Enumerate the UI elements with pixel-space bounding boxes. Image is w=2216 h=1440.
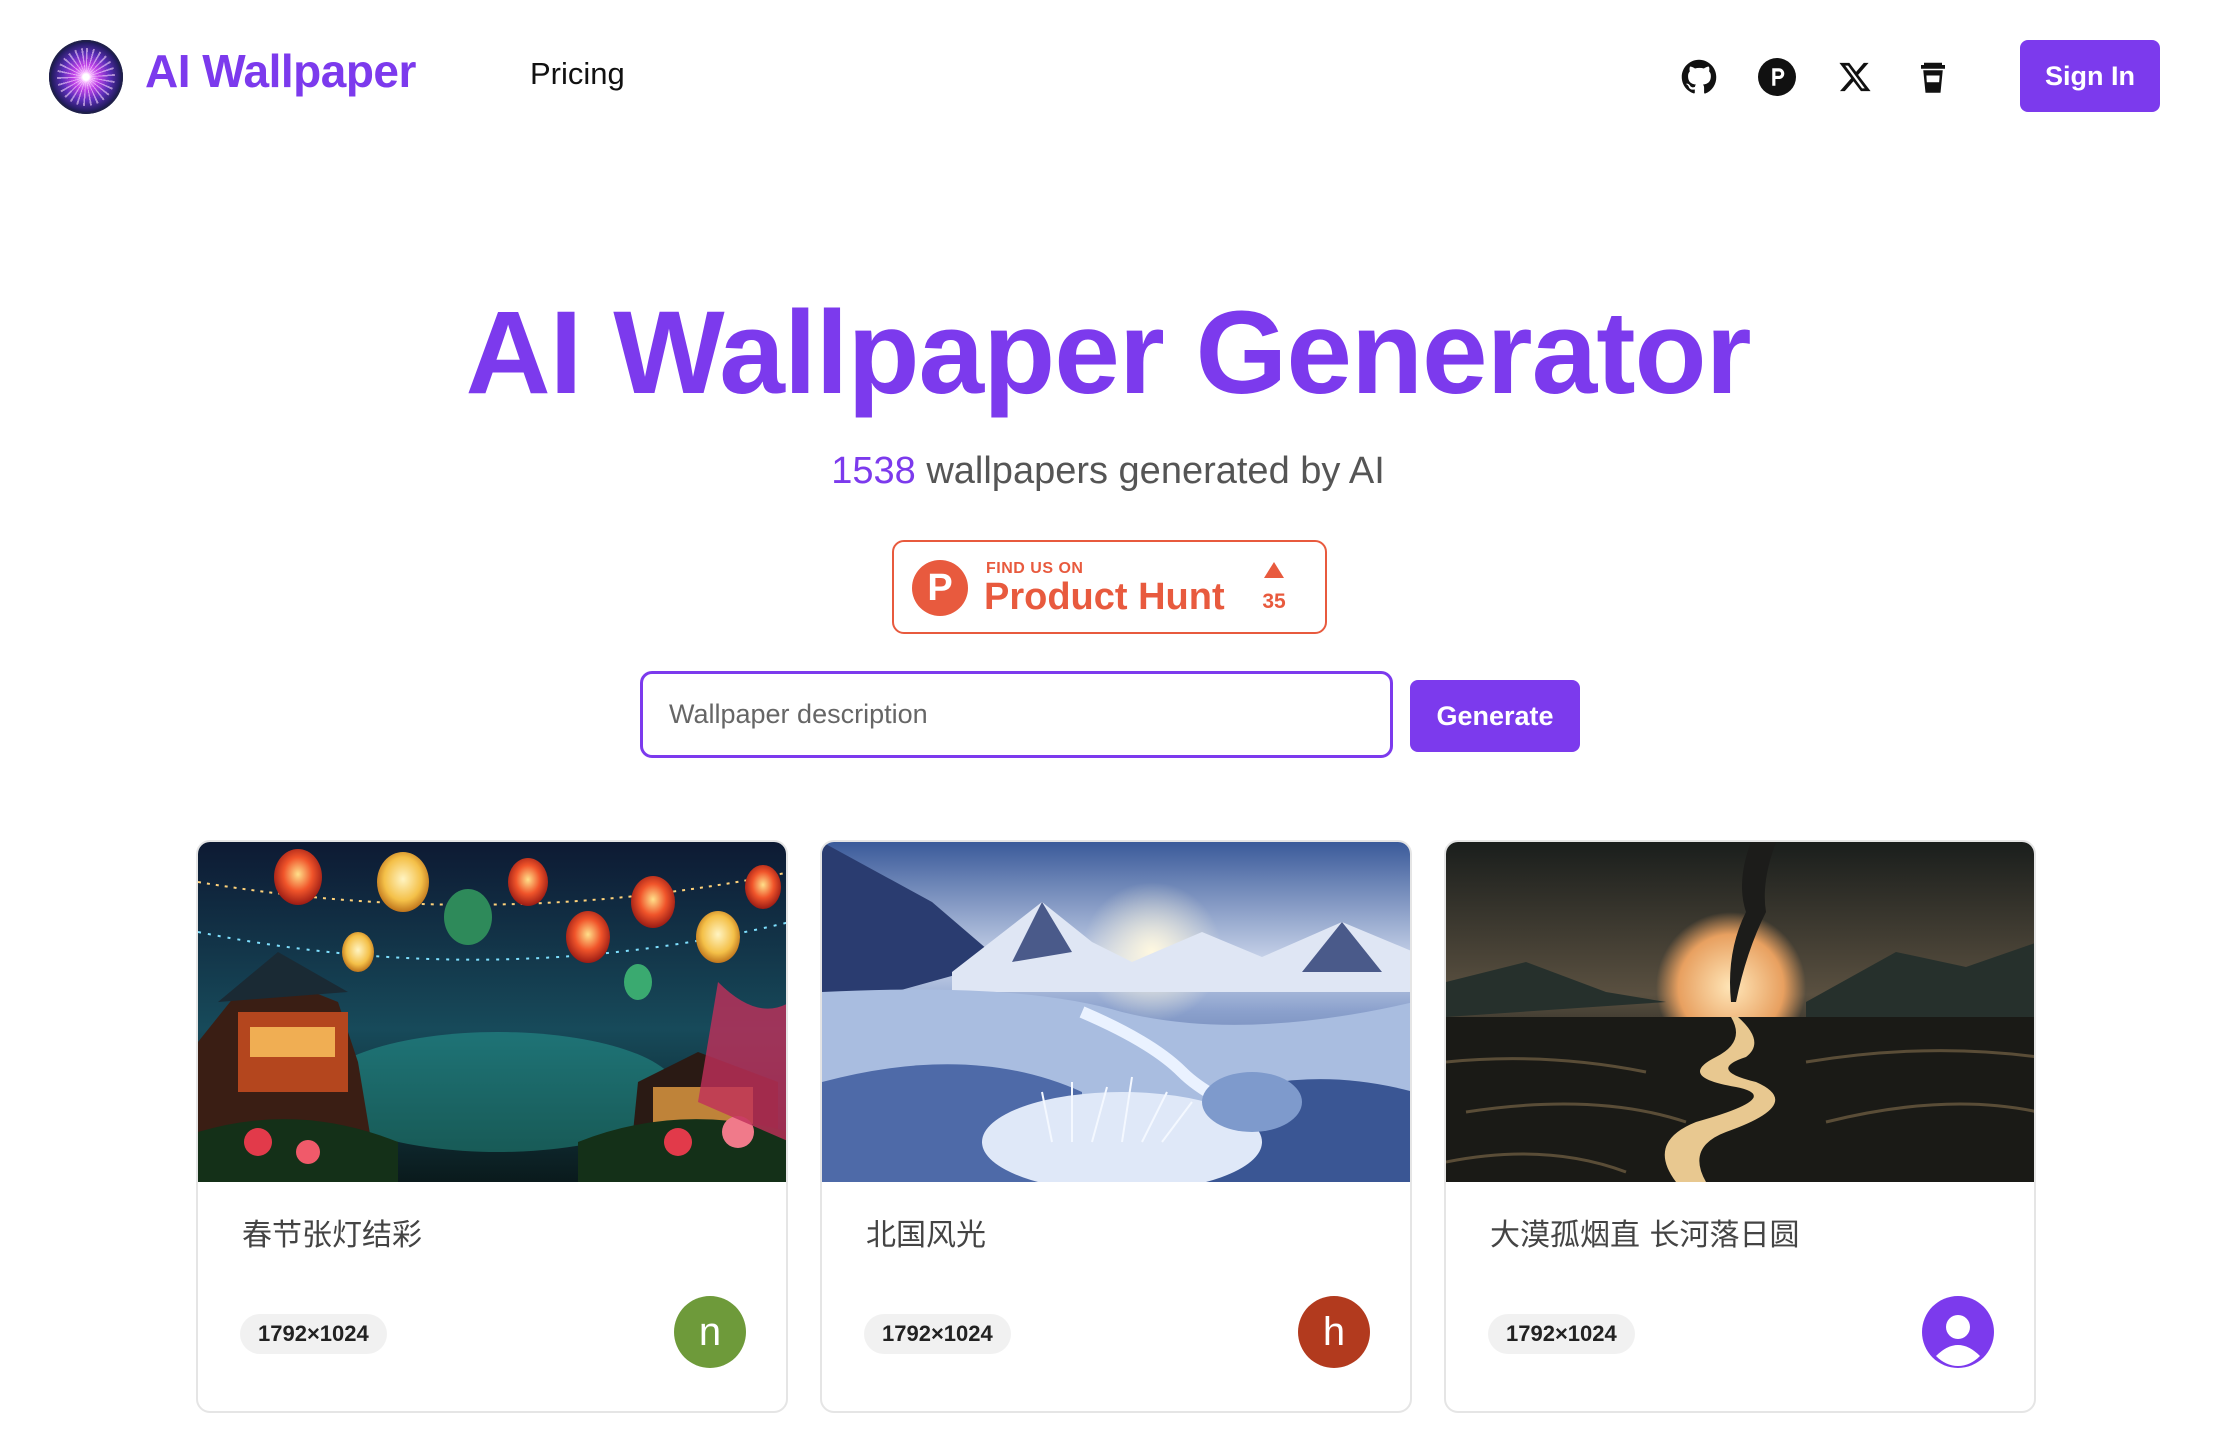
brand-name[interactable]: AI Wallpaper bbox=[145, 44, 416, 98]
hero-subtitle-text: wallpapers generated by AI bbox=[926, 450, 1385, 492]
product-hunt-votes: 35 bbox=[1262, 590, 1286, 613]
coffee-cup-icon[interactable] bbox=[1914, 58, 1952, 96]
wallpaper-card[interactable]: 大漠孤烟直 长河落日圆 1792×1024 bbox=[1444, 840, 2036, 1413]
wallpaper-title: 北国风光 bbox=[866, 1218, 986, 1253]
nav-pricing-link[interactable]: Pricing bbox=[530, 56, 625, 92]
x-icon[interactable] bbox=[1836, 58, 1874, 96]
header: AI Wallpaper Pricing Sign In bbox=[0, 0, 2216, 155]
page-title: AI Wallpaper Generator bbox=[465, 287, 1751, 419]
wallpaper-title: 大漠孤烟直 长河落日圆 bbox=[1490, 1218, 1800, 1253]
github-icon[interactable] bbox=[1680, 58, 1718, 96]
wallpaper-image[interactable] bbox=[198, 842, 788, 1182]
wallpaper-size-badge: 1792×1024 bbox=[240, 1314, 387, 1354]
wallpaper-image[interactable] bbox=[1446, 842, 2036, 1182]
wallpaper-card[interactable]: 春节张灯结彩 1792×1024 n bbox=[196, 840, 788, 1413]
producthunt-icon[interactable] bbox=[1758, 58, 1796, 96]
product-hunt-name: Product Hunt bbox=[984, 576, 1225, 618]
wallpaper-description-input[interactable] bbox=[640, 671, 1393, 758]
wallpaper-title: 春节张灯结彩 bbox=[242, 1218, 422, 1253]
generate-button[interactable]: Generate bbox=[1410, 680, 1580, 752]
avatar[interactable]: h bbox=[1298, 1296, 1370, 1368]
hero-subtitle: 1538 wallpapers generated by AI bbox=[0, 450, 2216, 493]
avatar[interactable] bbox=[1922, 1296, 1994, 1368]
user-icon bbox=[1936, 1315, 1980, 1366]
upvote-arrow-icon bbox=[1264, 562, 1284, 578]
wallpaper-image[interactable] bbox=[822, 842, 1412, 1182]
product-hunt-badge[interactable]: P FIND US ON Product Hunt 35 bbox=[892, 540, 1327, 634]
wallpaper-size-badge: 1792×1024 bbox=[864, 1314, 1011, 1354]
brand-logo[interactable] bbox=[49, 40, 123, 114]
wallpaper-count: 1538 bbox=[831, 450, 916, 492]
avatar[interactable]: n bbox=[674, 1296, 746, 1368]
wallpaper-size-badge: 1792×1024 bbox=[1488, 1314, 1635, 1354]
sign-in-button[interactable]: Sign In bbox=[2020, 40, 2160, 112]
product-hunt-logo-icon: P bbox=[912, 560, 968, 616]
wallpaper-card[interactable]: 北国风光 1792×1024 h bbox=[820, 840, 1412, 1413]
